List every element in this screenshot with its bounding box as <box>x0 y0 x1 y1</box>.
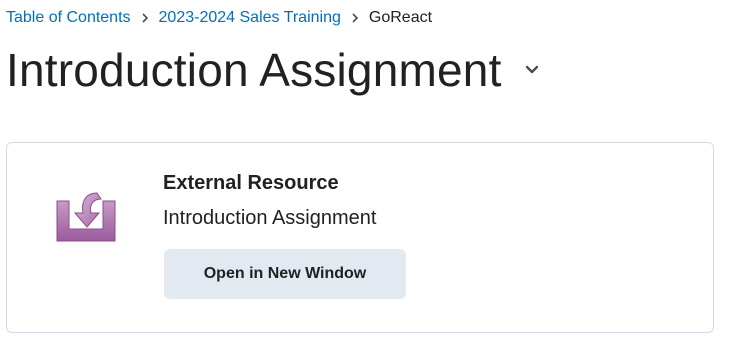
resource-card: External Resource Introduction Assignmen… <box>6 142 714 333</box>
breadcrumb-current: GoReact <box>368 9 433 26</box>
page-header: Introduction Assignment <box>6 40 542 100</box>
chevron-right-icon <box>351 13 359 23</box>
breadcrumb-link-table-of-contents[interactable]: Table of Contents <box>6 8 131 28</box>
breadcrumb: Table of Contents 2023-2024 Sales Traini… <box>6 8 432 28</box>
resource-type-label: External Resource <box>163 172 339 194</box>
chevron-down-icon[interactable] <box>522 60 542 80</box>
open-in-new-window-button[interactable]: Open in New Window <box>164 249 406 299</box>
chevron-right-icon <box>141 13 149 23</box>
breadcrumb-link-sales-training[interactable]: 2023-2024 Sales Training <box>159 8 341 28</box>
resource-name: Introduction Assignment <box>163 207 377 229</box>
page-title: Introduction Assignment <box>6 44 502 96</box>
external-resource-icon <box>55 189 117 243</box>
